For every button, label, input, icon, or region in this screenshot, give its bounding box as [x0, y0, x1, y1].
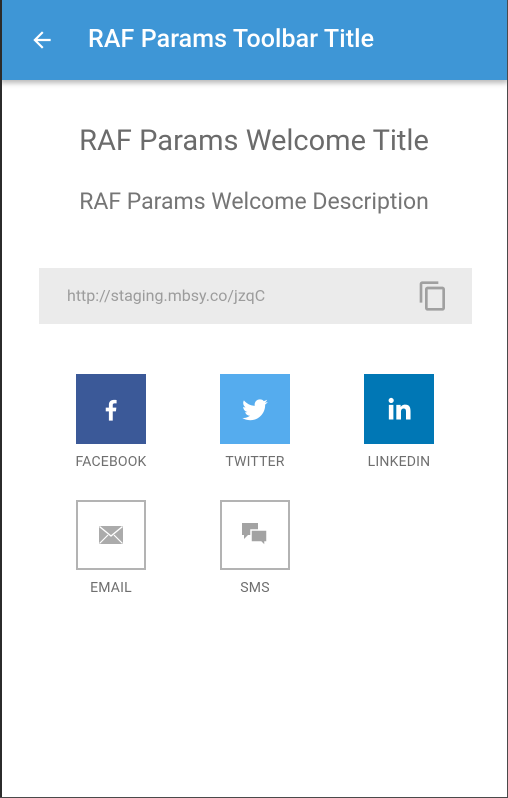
share-link-box[interactable]: http://staging.mbsy.co/jzqC [39, 268, 472, 324]
twitter-icon [242, 399, 268, 421]
sms-tile[interactable] [220, 500, 290, 570]
toolbar-title: RAF Params Toolbar Title [88, 25, 375, 54]
welcome-description: RAF Params Welcome Description [79, 188, 429, 215]
twitter-tile[interactable] [220, 374, 290, 444]
arrow-left-icon [33, 31, 51, 49]
facebook-tile[interactable] [76, 374, 146, 444]
share-link-url[interactable]: http://staging.mbsy.co/jzqC [67, 268, 265, 324]
chat-bubbles-icon [242, 523, 268, 548]
facebook-label: FACEBOOK [75, 454, 147, 470]
email-label: EMAIL [90, 580, 132, 596]
window-frame-left [0, 0, 2, 798]
linkedin-tile[interactable] [364, 374, 434, 444]
linkedin-label: LINKEDIN [367, 454, 431, 470]
toolbar: RAF Params Toolbar Title [0, 0, 508, 80]
copy-link-button[interactable] [415, 278, 451, 314]
linkedin-icon [388, 397, 411, 420]
mail-icon [99, 525, 123, 544]
welcome-title: RAF Params Welcome Title [79, 124, 429, 158]
back-button[interactable] [24, 22, 60, 58]
email-tile[interactable] [76, 500, 146, 570]
facebook-icon [105, 399, 117, 421]
copy-icon [419, 281, 445, 311]
twitter-label: TWITTER [225, 454, 285, 470]
sms-label: SMS [240, 580, 270, 596]
